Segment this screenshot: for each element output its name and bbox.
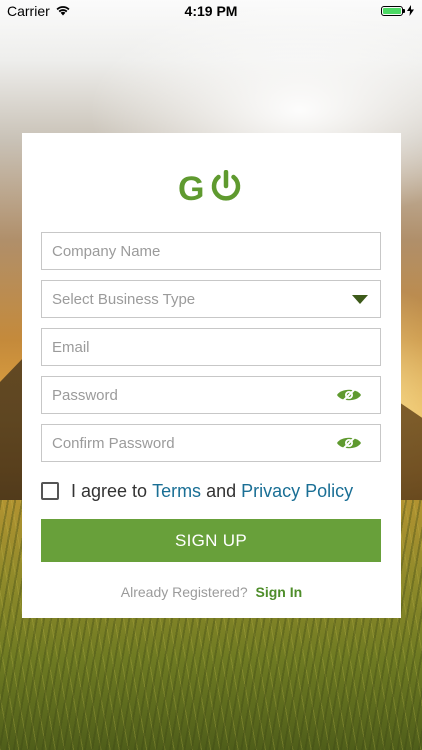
email-input[interactable] — [42, 329, 380, 365]
already-registered-text: Already Registered? — [120, 584, 248, 600]
power-icon — [211, 169, 241, 201]
and-text: and — [206, 480, 237, 501]
agree-prefix: I agree to — [71, 480, 148, 501]
wifi-icon — [55, 3, 71, 19]
status-right — [381, 3, 422, 19]
status-bar: Carrier 4:19 PM — [0, 0, 422, 22]
eye-slash-icon[interactable] — [336, 434, 362, 457]
password-field[interactable] — [41, 376, 381, 414]
company-name-input[interactable] — [42, 233, 380, 269]
carrier-label: Carrier — [7, 3, 50, 19]
signup-button[interactable]: SIGN UP — [41, 519, 381, 562]
battery-fill — [383, 8, 401, 14]
status-left: Carrier — [0, 3, 71, 19]
privacy-policy-link[interactable]: Privacy Policy — [241, 481, 353, 502]
caret-down-icon[interactable] — [352, 294, 368, 304]
password-input[interactable] — [42, 377, 380, 413]
company-name-field[interactable] — [41, 232, 381, 270]
agree-checkbox[interactable] — [41, 482, 59, 500]
registered-row: Already Registered? Sign In — [22, 584, 401, 600]
signin-link[interactable]: Sign In — [256, 584, 303, 600]
agree-row: I agree to Terms and Privacy Policy — [41, 479, 358, 503]
charging-icon — [407, 3, 414, 19]
business-type-placeholder: Select Business Type — [52, 290, 196, 308]
app-logo: G — [178, 169, 244, 209]
battery-icon — [381, 6, 405, 16]
confirm-password-field[interactable] — [41, 424, 381, 462]
logo-letter: G — [178, 170, 204, 204]
terms-link[interactable]: Terms — [152, 481, 201, 502]
business-type-select[interactable]: Select Business Type — [41, 280, 381, 318]
confirm-password-input[interactable] — [42, 425, 380, 461]
eye-slash-icon[interactable] — [336, 386, 362, 409]
email-field[interactable] — [41, 328, 381, 366]
